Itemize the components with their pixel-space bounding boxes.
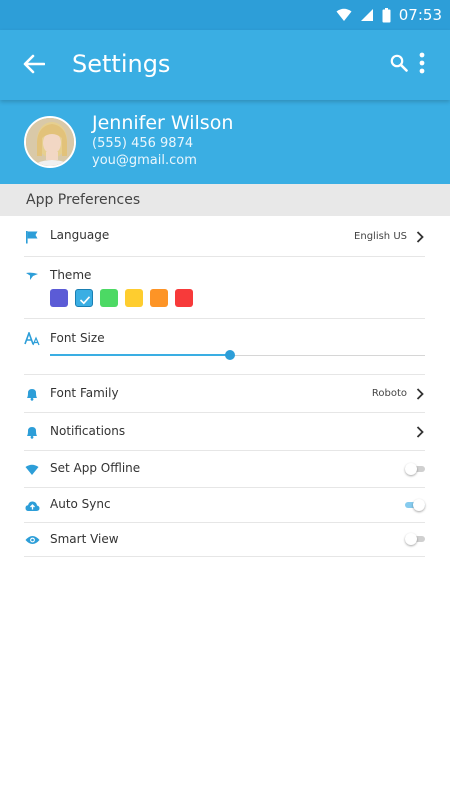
status-bar: 07:53 (0, 0, 450, 30)
theme-color-swatch[interactable] (150, 289, 168, 307)
more-vertical-icon (419, 52, 425, 79)
smart-view-label: Smart View (50, 532, 119, 546)
theme-icon (24, 268, 40, 284)
search-button[interactable] (386, 52, 412, 78)
bell-icon (24, 424, 40, 440)
search-icon (390, 54, 408, 77)
theme-color-swatch[interactable] (100, 289, 118, 307)
cloud-upload-icon (24, 498, 40, 514)
more-options-button[interactable] (414, 50, 430, 80)
auto-sync-row: Auto Sync (24, 488, 425, 523)
font-size-row: Font Size (24, 319, 425, 375)
font-size-slider[interactable] (50, 350, 425, 360)
auto-sync-label: Auto Sync (50, 497, 111, 511)
theme-color-options (50, 289, 193, 307)
offline-row: Set App Offline (24, 451, 425, 488)
theme-color-swatch[interactable] (175, 289, 193, 307)
page-title: Settings (72, 50, 171, 78)
arrow-left-icon (23, 54, 46, 79)
chevron-right-icon[interactable] (415, 425, 425, 439)
wifi-icon (336, 8, 352, 22)
font-family-label: Font Family (50, 386, 119, 400)
signal-icon (360, 8, 374, 22)
toggle-knob (405, 463, 417, 475)
profile-email: you@gmail.com (92, 153, 197, 168)
notifications-row[interactable]: Notifications (24, 413, 425, 451)
theme-color-swatch[interactable] (50, 289, 68, 307)
offline-label: Set App Offline (50, 461, 141, 475)
back-button[interactable] (18, 50, 50, 82)
bell-icon (24, 386, 40, 402)
theme-color-swatch[interactable] (75, 289, 93, 307)
toggle-knob (405, 533, 417, 545)
font-family-row[interactable]: Font Family Roboto (24, 375, 425, 413)
language-label: Language (50, 228, 110, 242)
status-time: 07:53 (398, 6, 442, 24)
wifi-icon (24, 462, 40, 478)
profile-phone: (555) 456 9874 (92, 136, 194, 151)
auto-sync-toggle[interactable] (405, 499, 425, 511)
flag-icon (24, 229, 40, 245)
slider-fill (50, 354, 230, 356)
eye-icon (24, 532, 40, 548)
avatar[interactable] (24, 116, 76, 168)
language-row[interactable]: Language English US (24, 217, 425, 257)
notifications-label: Notifications (50, 424, 126, 438)
toggle-knob (413, 499, 425, 511)
app-bar: Settings (0, 30, 450, 100)
font-size-icon (24, 331, 40, 347)
profile-header: Jennifer Wilson (555) 456 9874 you@gmail… (0, 100, 450, 184)
language-value: English US (354, 231, 407, 242)
battery-icon (382, 7, 391, 23)
offline-toggle[interactable] (405, 463, 425, 475)
slider-thumb[interactable] (225, 350, 235, 360)
profile-name: Jennifer Wilson (92, 112, 234, 134)
section-header: App Preferences (0, 184, 450, 216)
check-icon (79, 293, 91, 311)
chevron-right-icon[interactable] (415, 387, 425, 401)
theme-label: Theme (50, 268, 92, 282)
theme-row: Theme (24, 257, 425, 319)
chevron-right-icon[interactable] (415, 230, 425, 244)
smart-view-toggle[interactable] (405, 533, 425, 545)
font-size-label: Font Size (50, 331, 105, 345)
smart-view-row: Smart View (24, 523, 425, 557)
theme-color-swatch[interactable] (125, 289, 143, 307)
font-family-value: Roboto (371, 388, 407, 399)
